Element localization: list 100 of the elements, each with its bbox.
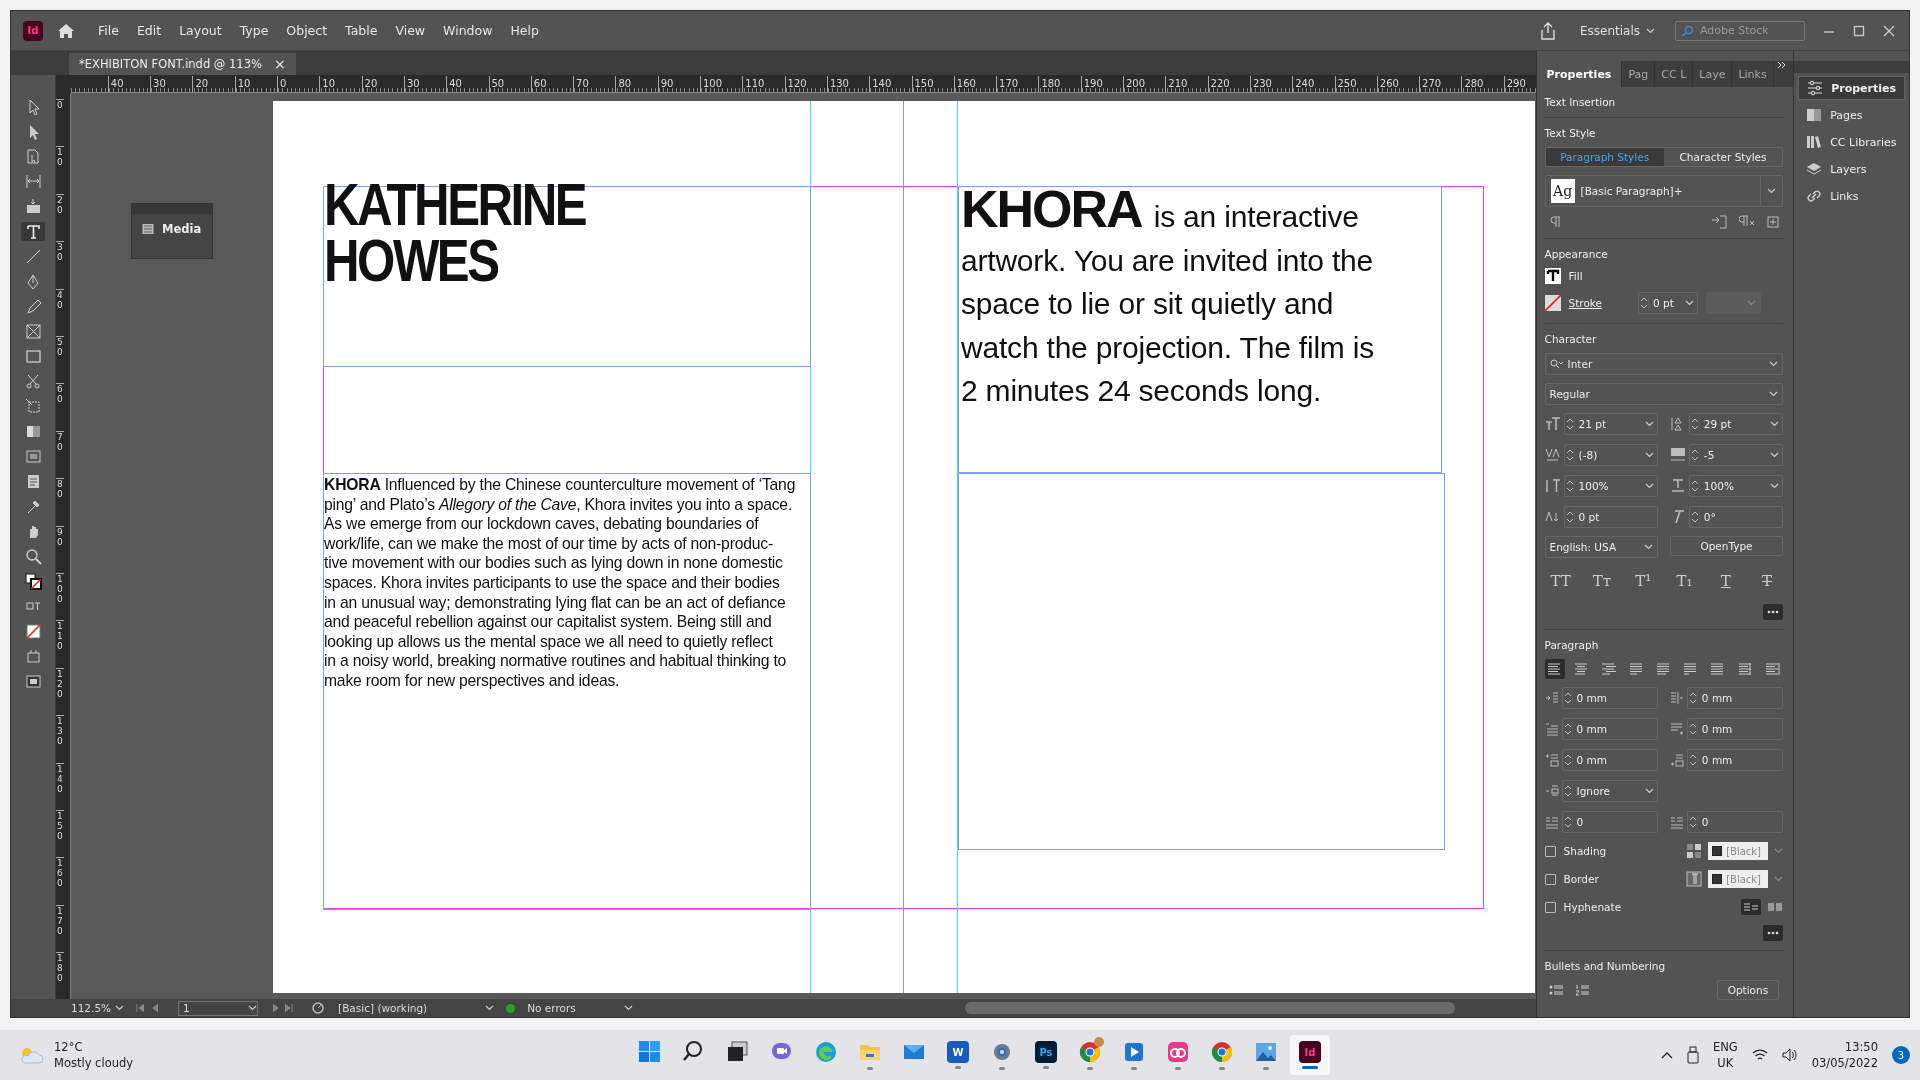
menu-item[interactable]: Edit: [127, 19, 171, 42]
taskbar-app[interactable]: Ps: [1026, 1035, 1066, 1075]
load-styles-icon[interactable]: [1711, 215, 1728, 229]
number-field[interactable]: 100%: [1563, 475, 1658, 497]
share-icon[interactable]: [1539, 21, 1556, 40]
number-field[interactable]: 0 mm: [1686, 718, 1784, 740]
number-field[interactable]: 0 mm: [1561, 718, 1658, 740]
chevron-down-icon[interactable]: [1643, 544, 1653, 550]
style-tab[interactable]: Paragraph Styles: [1545, 148, 1664, 166]
font-style-dropdown[interactable]: Regular: [1544, 383, 1784, 405]
checkbox[interactable]: [1544, 873, 1556, 885]
stepper-icon[interactable]: [1562, 814, 1573, 830]
stepper-icon[interactable]: [1564, 478, 1575, 494]
volume-icon[interactable]: [1781, 1048, 1798, 1062]
chevron-down-icon[interactable]: [1644, 483, 1654, 489]
number-field[interactable]: -5: [1688, 444, 1784, 466]
more-options-button[interactable]: [1763, 925, 1784, 941]
scrollbar[interactable]: [964, 1002, 1455, 1014]
chevron-down-icon[interactable]: [1770, 452, 1780, 458]
chevron-down-icon[interactable]: [1685, 300, 1695, 306]
chevron-down-icon[interactable]: [1769, 391, 1779, 397]
new-style-icon[interactable]: [1767, 216, 1780, 228]
taskbar-app[interactable]: Id: [1290, 1035, 1330, 1075]
font-dropdown[interactable]: Inter: [1544, 353, 1784, 375]
chevron-down-icon[interactable]: [115, 1005, 125, 1011]
checkbox[interactable]: [1544, 845, 1556, 857]
stroke-link[interactable]: Stroke: [1568, 297, 1603, 309]
options-button[interactable]: Options: [1716, 980, 1780, 1000]
type-style-button[interactable]: T: [1713, 572, 1738, 590]
clear-overrides-icon[interactable]: [1739, 215, 1756, 229]
chevron-down-icon[interactable]: [1646, 27, 1655, 34]
more-options-button[interactable]: [1763, 604, 1784, 620]
stepper-icon[interactable]: [1687, 752, 1698, 768]
dock-panel-button[interactable]: Links: [1798, 184, 1905, 208]
menu-item[interactable]: View: [386, 19, 435, 42]
taskbar-app[interactable]: W: [938, 1035, 978, 1075]
number-field[interactable]: (-8): [1563, 444, 1658, 466]
shading-icon[interactable]: [1686, 843, 1703, 859]
style-dropdown[interactable]: Ag [Basic Paragraph]+: [1544, 175, 1784, 207]
number-field[interactable]: 0 mm: [1686, 687, 1784, 709]
type-style-button[interactable]: T¹: [1631, 572, 1656, 590]
panel-tab[interactable]: Properties: [1536, 61, 1623, 87]
panel-tab[interactable]: Pag: [1622, 61, 1656, 87]
type-style-button[interactable]: T₁: [1672, 572, 1697, 590]
home-icon[interactable]: [57, 22, 75, 39]
chevron-down-icon[interactable]: [1644, 788, 1654, 794]
chevron-down-icon[interactable]: [1770, 483, 1780, 489]
preflight-dropdown[interactable]: No errors: [527, 1002, 633, 1014]
numbered-list-icon[interactable]: [1574, 984, 1589, 996]
number-field[interactable]: 29 pt: [1688, 413, 1784, 435]
stepper-icon[interactable]: [1689, 509, 1700, 525]
panel-tab[interactable]: Links: [1732, 61, 1774, 87]
menu-item[interactable]: Object: [277, 19, 337, 42]
notification-badge[interactable]: 3: [1892, 1046, 1910, 1064]
type-style-button[interactable]: TT: [1548, 572, 1573, 590]
menu-item[interactable]: Help: [501, 19, 548, 42]
stepper-icon[interactable]: [1562, 752, 1573, 768]
checkbox[interactable]: [1544, 901, 1556, 913]
chevron-down-icon[interactable]: [1770, 421, 1780, 427]
type-style-button[interactable]: T: [1755, 572, 1780, 590]
stepper-icon[interactable]: [1687, 721, 1698, 737]
zoom-field[interactable]: 112.5%: [71, 1002, 125, 1014]
alignment-button[interactable]: [1544, 659, 1565, 679]
style-tab[interactable]: Character Styles: [1663, 148, 1783, 166]
maximize-icon[interactable]: [1853, 24, 1865, 37]
stepper-icon[interactable]: [1689, 416, 1700, 432]
wifi-icon[interactable]: [1751, 1048, 1768, 1062]
number-field[interactable]: 0°: [1688, 506, 1784, 528]
dock-panel-button[interactable]: Pages: [1798, 103, 1905, 127]
chevron-down-icon[interactable]: [1644, 452, 1654, 458]
number-field[interactable]: 0 pt: [1563, 506, 1658, 528]
span-icon[interactable]: [1767, 902, 1784, 912]
number-field[interactable]: 0 mm: [1561, 749, 1658, 771]
expand-icon[interactable]: [1777, 61, 1788, 69]
profile-dropdown[interactable]: [Basic] (working): [338, 1002, 495, 1014]
panel-tab[interactable]: CC L: [1655, 61, 1694, 87]
bullet-list-icon[interactable]: [1548, 984, 1563, 996]
chevron-down-icon[interactable]: [1769, 361, 1779, 367]
panel-tab[interactable]: Laye: [1693, 61, 1733, 87]
columns-icon[interactable]: [1741, 899, 1762, 915]
dock-panel-button[interactable]: Properties: [1798, 76, 1905, 100]
chevron-up-icon[interactable]: [1660, 1051, 1673, 1059]
type-style-button[interactable]: Tᴛ: [1589, 572, 1614, 590]
stepper-icon[interactable]: [1564, 447, 1575, 463]
number-field[interactable]: 21 pt: [1563, 413, 1658, 435]
menu-item[interactable]: Layout: [170, 19, 231, 42]
dock-panel-button[interactable]: Layers: [1798, 157, 1905, 181]
stepper-icon[interactable]: [1687, 690, 1698, 706]
number-field[interactable]: 100%: [1688, 475, 1784, 497]
dock-panel-button[interactable]: CC Libraries: [1798, 130, 1905, 154]
chevron-down-icon[interactable]: [485, 1005, 495, 1011]
stepper-icon[interactable]: [1562, 690, 1573, 706]
workspace-switcher[interactable]: Essentials: [1571, 21, 1663, 40]
panel-title[interactable]: Media: [162, 222, 202, 236]
number-field[interactable]: 0 mm: [1561, 687, 1658, 709]
number-field[interactable]: 0: [1561, 811, 1658, 833]
opentype-button[interactable]: OpenType: [1669, 536, 1784, 556]
clock[interactable]: 13:50 03/05/2022: [1811, 1039, 1878, 1071]
stepper-icon[interactable]: [1639, 295, 1650, 311]
number-field[interactable]: 0 mm: [1686, 749, 1784, 771]
